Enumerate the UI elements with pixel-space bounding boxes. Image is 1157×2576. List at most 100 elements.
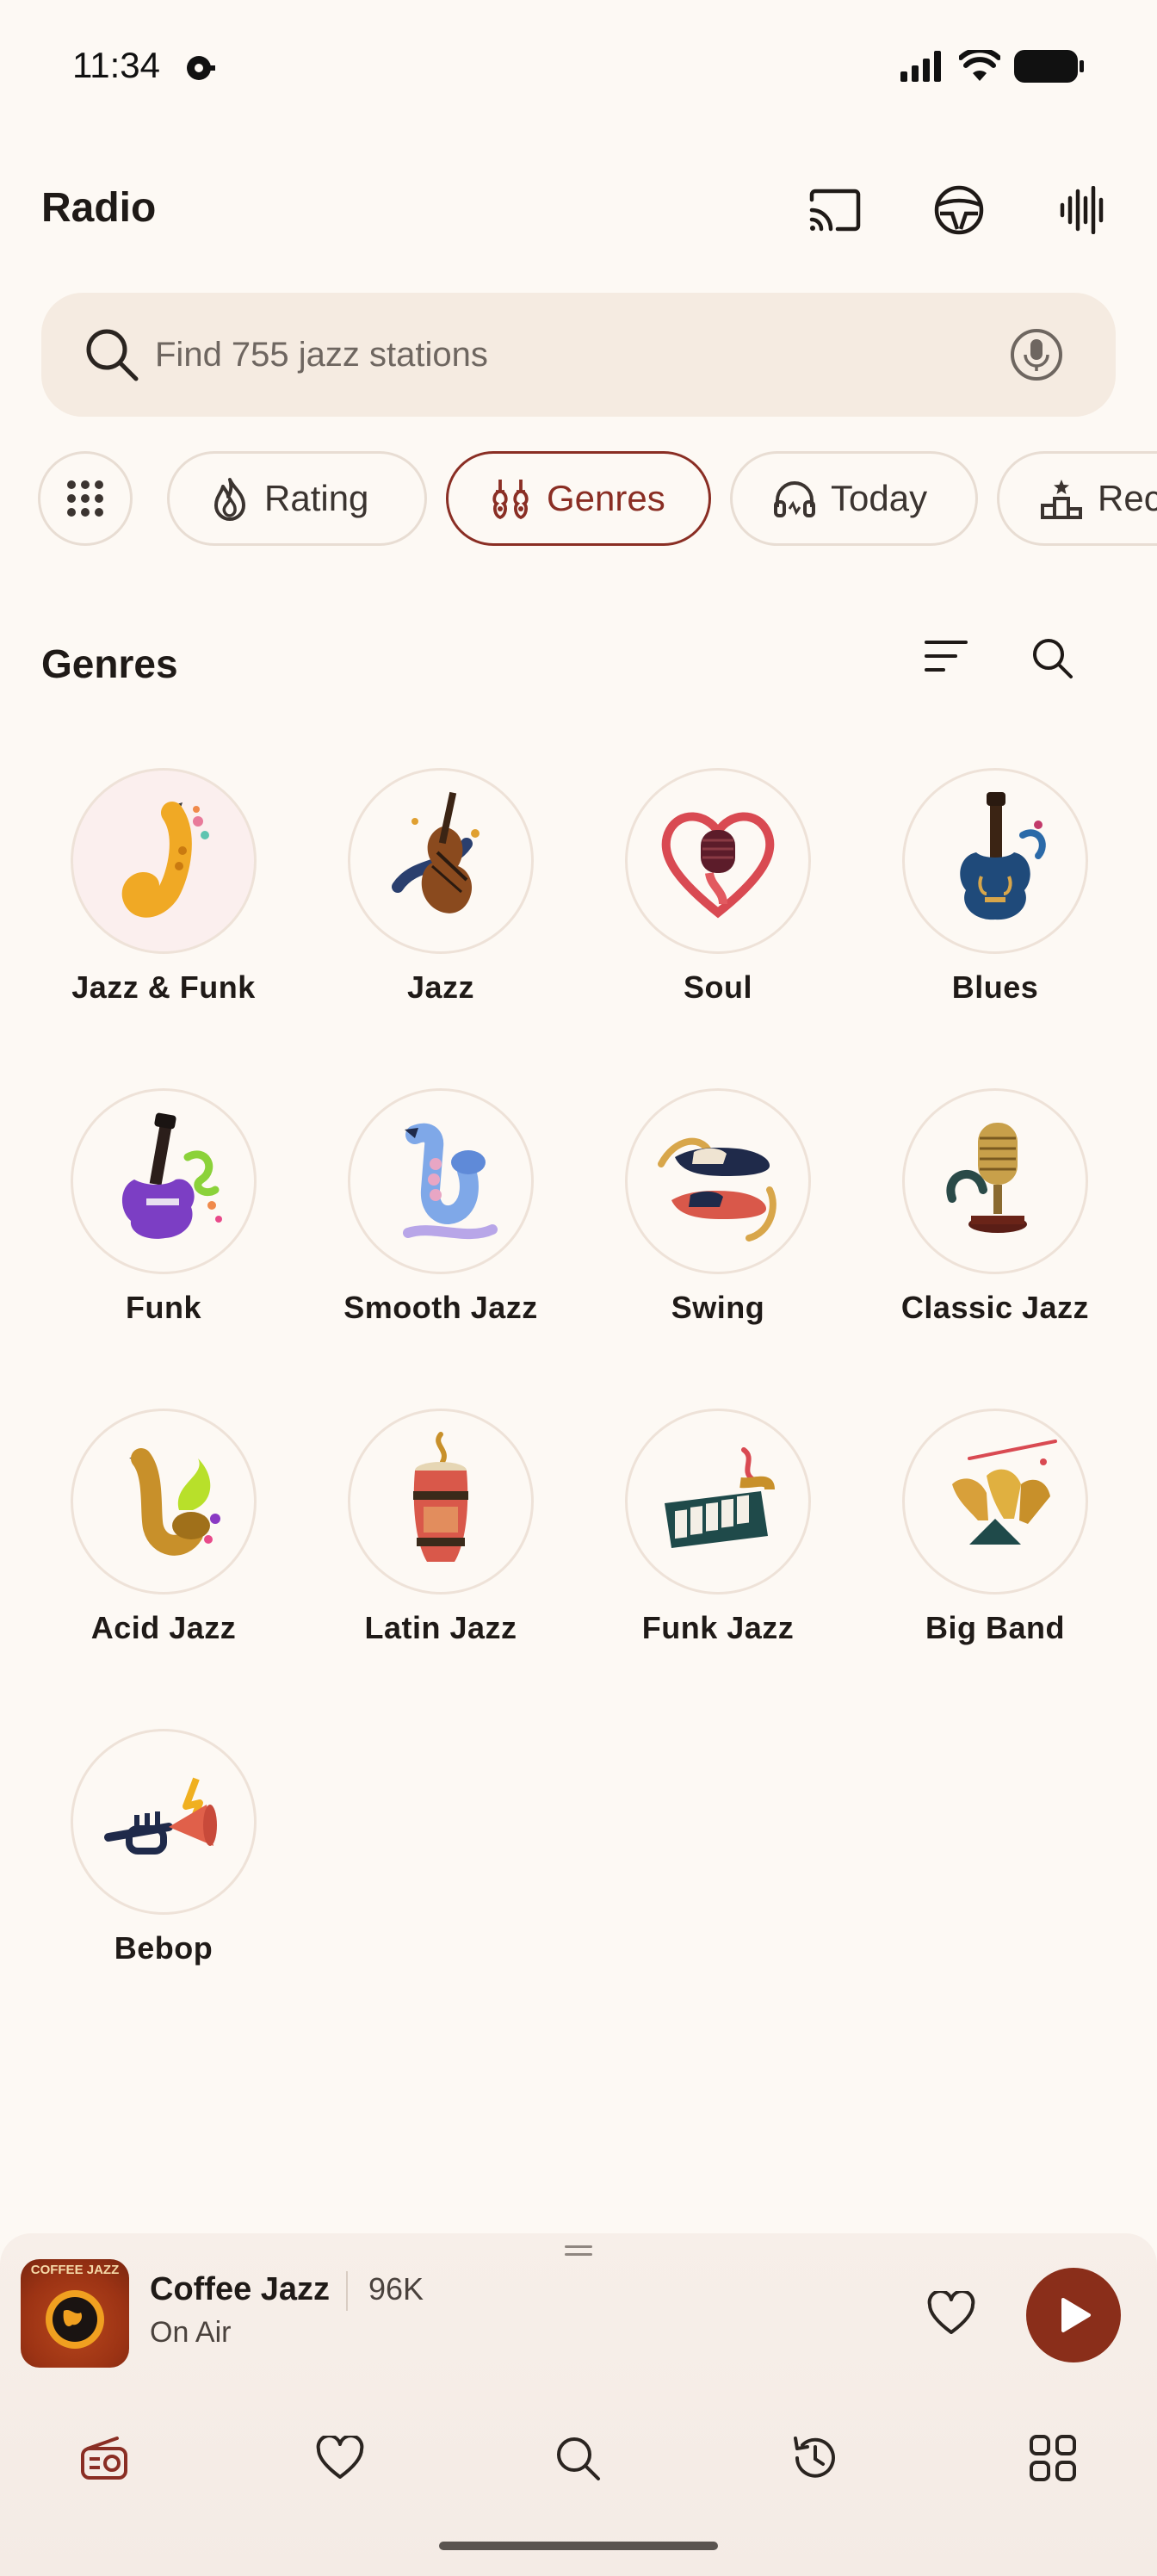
gold-saxophone-icon	[71, 1409, 257, 1595]
headphones-icon	[774, 481, 815, 517]
genre-label: Funk Jazz	[641, 1610, 795, 1645]
vintage-microphone-icon	[902, 1088, 1088, 1274]
genre-label: Smooth Jazz	[343, 1290, 538, 1325]
genre-tile-jazz[interactable]: Jazz	[312, 768, 570, 1006]
heart-icon	[316, 2436, 364, 2479]
genre-tile-blues[interactable]: Blues	[866, 768, 1124, 1006]
chip-today[interactable]: Today	[730, 451, 978, 546]
genre-label: Jazz & Funk	[71, 969, 256, 1005]
radio-icon	[81, 2437, 127, 2480]
search-icon	[86, 329, 139, 381]
nav-favorites[interactable]	[301, 2419, 379, 2497]
status-bar: 11:34	[0, 0, 1157, 129]
section-title: Genres	[41, 641, 178, 686]
instruments-icon	[492, 480, 529, 520]
genre-tile-funk-jazz[interactable]: Funk Jazz	[589, 1409, 847, 1646]
chip-genres[interactable]: Genres	[446, 451, 711, 546]
station-artwork: COFFEE JAZZ	[21, 2259, 129, 2368]
genre-label: Classic Jazz	[900, 1290, 1090, 1325]
favorite-button[interactable]	[921, 2283, 981, 2344]
play-icon	[1061, 2298, 1091, 2332]
audio-recognition-button[interactable]	[1043, 177, 1123, 243]
play-button[interactable]	[1026, 2268, 1121, 2362]
purple-bass-guitar-icon	[71, 1088, 257, 1274]
home-indicator[interactable]	[439, 2542, 718, 2550]
genre-search-icon[interactable]	[1030, 635, 1074, 680]
battery-icon	[1014, 50, 1084, 83]
flame-icon	[214, 478, 245, 521]
divider	[346, 2271, 348, 2311]
header-actions	[795, 177, 1123, 243]
genre-tile-soul[interactable]: Soul	[589, 768, 847, 1006]
chip-label: Rec	[1098, 478, 1157, 518]
genre-tile-swing[interactable]: Swing	[589, 1088, 847, 1326]
nav-more[interactable]	[1014, 2419, 1092, 2497]
genre-label: Soul	[684, 969, 752, 1005]
steering-wheel-icon	[934, 185, 984, 235]
blue-saxophone-icon	[348, 1088, 534, 1274]
status-indicators	[900, 50, 1085, 83]
cast-icon	[809, 189, 861, 232]
car-mode-button[interactable]	[919, 177, 999, 243]
trumpet-icon	[71, 1729, 257, 1915]
nav-search[interactable]	[539, 2419, 616, 2497]
mini-player[interactable]: COFFEE JAZZ Coffee Jazz 96K On Air	[0, 2233, 1157, 2576]
saxophone-icon	[71, 768, 257, 954]
genre-label: Swing	[671, 1290, 765, 1325]
genre-tile-jazz-funk[interactable]: Jazz & Funk	[34, 768, 293, 1006]
chip-all-categories[interactable]	[38, 451, 133, 546]
station-name: Coffee Jazz	[150, 2271, 331, 2307]
sort-icon[interactable]	[923, 635, 969, 677]
history-icon	[794, 2437, 835, 2478]
search-bar[interactable]	[41, 293, 1116, 417]
genre-tile-funk[interactable]: Funk	[34, 1088, 293, 1326]
genre-label: Blues	[951, 969, 1039, 1005]
bottom-navigation	[0, 2419, 1157, 2514]
recommendations-icon	[1041, 480, 1082, 519]
dance-shoes-icon	[625, 1088, 811, 1274]
chip-recommendations[interactable]: Rec	[997, 451, 1157, 546]
genre-label: Jazz	[406, 969, 475, 1005]
genre-tile-bebop[interactable]: Bebop	[34, 1729, 293, 1966]
grid-icon	[67, 480, 103, 517]
apps-grid-icon	[1030, 2435, 1076, 2481]
nav-history[interactable]	[776, 2419, 854, 2497]
conga-drum-icon	[348, 1409, 534, 1595]
microphone-icon[interactable]	[1002, 320, 1071, 389]
genre-tile-smooth-jazz[interactable]: Smooth Jazz	[312, 1088, 570, 1326]
nav-radio[interactable]	[65, 2419, 143, 2497]
double-bass-icon	[348, 768, 534, 954]
chip-label: Genres	[547, 478, 665, 518]
listener-count: 96K	[368, 2271, 424, 2307]
notification-app-icon	[184, 53, 217, 83]
search-input[interactable]	[155, 319, 999, 391]
status-time: 11:34	[72, 45, 160, 85]
genre-label: Funk	[126, 1290, 201, 1325]
genre-tile-acid-jazz[interactable]: Acid Jazz	[34, 1409, 293, 1646]
keyboard-icon	[625, 1409, 811, 1595]
wifi-icon	[959, 50, 1000, 81]
search-icon	[557, 2437, 600, 2480]
chip-label: Rating	[264, 478, 369, 518]
filter-chips: Rating Genres Today Rec	[36, 451, 1157, 548]
station-status: On Air	[150, 2316, 232, 2349]
heart-icon	[927, 2291, 975, 2334]
blue-guitar-icon	[902, 768, 1088, 954]
genre-label: Acid Jazz	[90, 1610, 237, 1645]
brass-section-icon	[902, 1409, 1088, 1595]
genre-tile-big-band[interactable]: Big Band	[866, 1409, 1124, 1646]
genre-label: Latin Jazz	[364, 1610, 517, 1645]
chip-label: Today	[831, 478, 928, 518]
chip-rating[interactable]: Rating	[167, 451, 427, 546]
cast-button[interactable]	[795, 177, 875, 243]
genre-label: Bebop	[114, 1930, 213, 1966]
signal-icon	[900, 51, 941, 82]
genre-tile-classic-jazz[interactable]: Classic Jazz	[866, 1088, 1124, 1326]
page-title: Radio	[41, 185, 157, 231]
genre-tile-latin-jazz[interactable]: Latin Jazz	[312, 1409, 570, 1646]
genre-label: Big Band	[925, 1610, 1065, 1645]
section-actions	[923, 635, 1074, 680]
sound-wave-icon	[1060, 186, 1104, 234]
drag-handle[interactable]	[565, 2245, 592, 2259]
heart-microphone-icon	[625, 768, 811, 954]
